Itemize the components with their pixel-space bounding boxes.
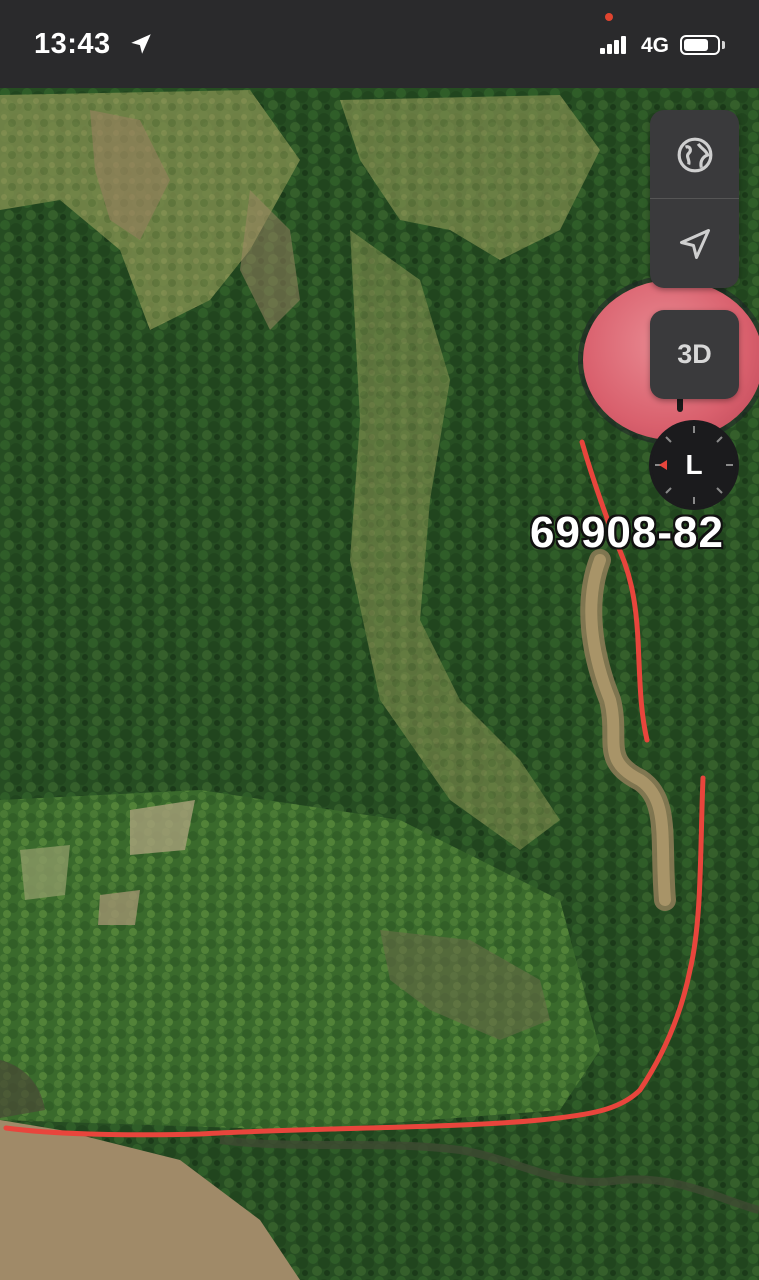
battery-fill (684, 39, 708, 51)
field-patch (20, 845, 70, 900)
recording-indicator (605, 13, 613, 21)
locate-me-button[interactable] (650, 199, 739, 288)
compass-letter: L (685, 449, 703, 480)
map-controls (650, 110, 739, 288)
compass[interactable]: L (649, 420, 739, 510)
globe-icon (677, 137, 712, 172)
status-time: 13:43 (34, 28, 111, 60)
location-arrow-icon (131, 34, 151, 54)
battery-cap (722, 41, 725, 49)
satellite-map[interactable] (0, 88, 759, 1280)
3d-button[interactable]: 3D (650, 310, 739, 399)
map-type-button[interactable] (650, 110, 739, 199)
signal-icon (600, 36, 626, 54)
location-icon (679, 228, 710, 259)
field-patch (98, 890, 140, 925)
map-imagery (0, 88, 759, 1280)
network-type: 4G (641, 34, 670, 57)
place-label[interactable]: 69908-82 (530, 508, 759, 558)
status-bar: 13:43 4G (0, 0, 759, 88)
battery-icon (680, 35, 720, 55)
